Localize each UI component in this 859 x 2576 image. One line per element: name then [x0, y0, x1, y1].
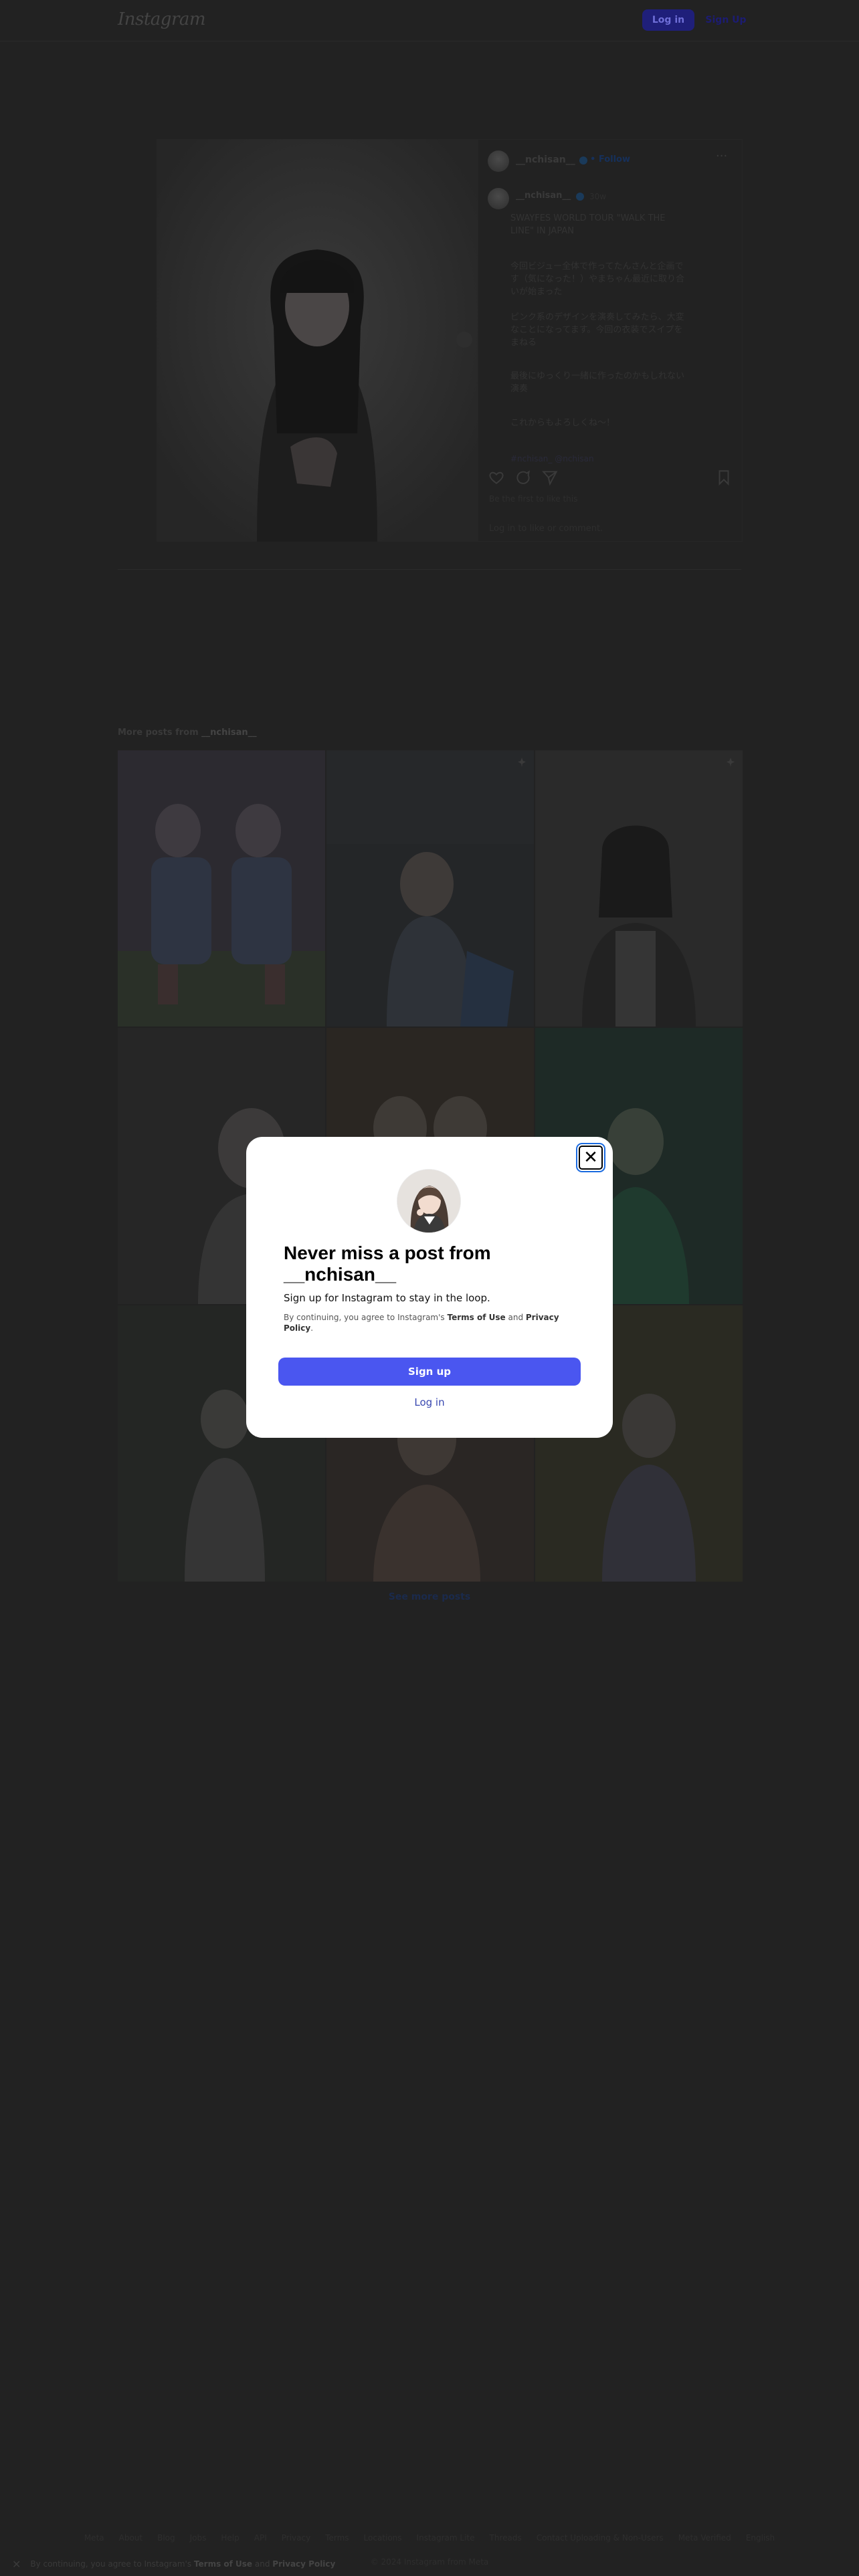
footer-link-jobs[interactable]: Jobs: [190, 2533, 207, 2543]
likes-count-text: Be the first to like this: [489, 494, 578, 504]
verified-badge-icon: [579, 156, 587, 165]
modal-title: Never miss a post from __nchisan__: [284, 1243, 491, 1285]
modal-terms-text: By continuing, you agree to Instagram's …: [284, 1313, 559, 1333]
cookie-privacy-link[interactable]: Privacy Policy: [272, 2559, 335, 2569]
profile-avatar: [397, 1169, 461, 1233]
caption-line-1: SWAYFES WORLD TOUR "WALK THE LINE" IN JA…: [510, 213, 666, 236]
footer-link-meta[interactable]: Meta: [84, 2533, 104, 2543]
caption-username[interactable]: __nchisan__: [516, 191, 571, 201]
modal-terms-prefix: By continuing, you agree to Instagram's: [284, 1313, 445, 1322]
footer-link-instagram-lite[interactable]: Instagram Lite: [417, 2533, 475, 2543]
save-bookmark-icon[interactable]: [715, 469, 733, 486]
post-thumbnail[interactable]: [118, 750, 325, 1027]
caption-avatar[interactable]: [488, 188, 509, 209]
footer-link-help[interactable]: Help: [221, 2533, 239, 2543]
post-container: __nchisan__ • Follow ··· __nchisan__ 30w…: [157, 139, 743, 542]
like-icon[interactable]: [488, 469, 505, 486]
cookie-terms-link[interactable]: Terms of Use: [194, 2559, 252, 2569]
post-thumbnail[interactable]: [326, 750, 534, 1027]
login-to-comment-link[interactable]: Log in to like or comment.: [489, 524, 603, 534]
post-side-panel: __nchisan__ • Follow ··· __nchisan__ 30w…: [478, 139, 743, 542]
post-thumbnail[interactable]: [535, 750, 743, 1027]
pinned-icon: [725, 757, 736, 768]
caption-line-3: ピンク系のデザインを演奏してみたら、大変なことになってます。今回の衣装でスイプを…: [510, 312, 684, 348]
comment-icon[interactable]: [514, 469, 532, 486]
footer-link-api[interactable]: API: [254, 2533, 267, 2543]
instagram-logo[interactable]: Instagram: [118, 9, 206, 29]
header-signup-button[interactable]: Sign Up: [702, 9, 749, 31]
header-login-button[interactable]: Log in: [642, 9, 694, 31]
footer-link-terms[interactable]: Terms: [325, 2533, 349, 2543]
footer-link-meta-verified[interactable]: Meta Verified: [678, 2533, 731, 2543]
more-options-icon[interactable]: ···: [716, 149, 727, 163]
top-navigation-bar: Instagram Log in Sign Up: [0, 0, 859, 41]
share-icon[interactable]: [541, 469, 559, 486]
cookie-and-text: and: [254, 2559, 270, 2569]
cookie-text: By continuing, you agree to Instagram's: [30, 2559, 192, 2569]
modal-signup-button[interactable]: Sign up: [278, 1358, 581, 1386]
footer-link-locations[interactable]: Locations: [364, 2533, 402, 2543]
modal-terms-and: and: [508, 1313, 524, 1322]
footer-link-privacy[interactable]: Privacy: [282, 2533, 310, 2543]
more-posts-username[interactable]: __nchisan__: [201, 728, 256, 738]
more-posts-heading: More posts from __nchisan__: [118, 728, 257, 738]
author-avatar[interactable]: [488, 150, 509, 172]
modal-terms-link[interactable]: Terms of Use: [448, 1313, 506, 1322]
section-divider: [118, 569, 741, 570]
author-username[interactable]: __nchisan__: [516, 154, 575, 165]
footer-link-threads[interactable]: Threads: [490, 2533, 522, 2543]
modal-login-link[interactable]: Log in: [246, 1396, 613, 1408]
post-image[interactable]: [157, 139, 478, 542]
cookie-consent-bar: ✕ By continuing, you agree to Instagram'…: [0, 2552, 859, 2576]
footer-language-select[interactable]: English: [746, 2533, 775, 2543]
footer-link-about[interactable]: About: [119, 2533, 142, 2543]
see-more-posts-link[interactable]: See more posts: [0, 1592, 859, 1602]
caption-line-5: これからもよろしくね〜！: [510, 418, 615, 428]
caption-hashtags[interactable]: #nchisan_ @nchisan: [510, 454, 594, 463]
caption-time: 30w: [589, 192, 607, 201]
close-icon[interactable]: ✕: [579, 1146, 603, 1170]
pinned-icon: [516, 757, 527, 768]
caption-line-4: 最後にゆっくり一緒に作ったのかもしれない演奏: [510, 371, 685, 394]
footer-link-contact-uploading[interactable]: Contact Uploading & Non-Users: [537, 2533, 664, 2543]
close-icon[interactable]: ✕: [12, 2558, 21, 2571]
caption-line-2: 今回ビジュー全体で作ってたんさんと企画です（気になった！）やまちゃん最近に取り合…: [510, 261, 685, 297]
more-posts-prefix: More posts from: [118, 728, 199, 738]
modal-subtitle: Sign up for Instagram to stay in the loo…: [284, 1292, 490, 1304]
signup-modal-dialog: ✕ Never miss a post from __nchisan__ Sig…: [246, 1137, 613, 1438]
verified-badge-icon: [576, 193, 584, 201]
follow-button[interactable]: • Follow: [590, 154, 630, 165]
footer-link-blog[interactable]: Blog: [157, 2533, 175, 2543]
